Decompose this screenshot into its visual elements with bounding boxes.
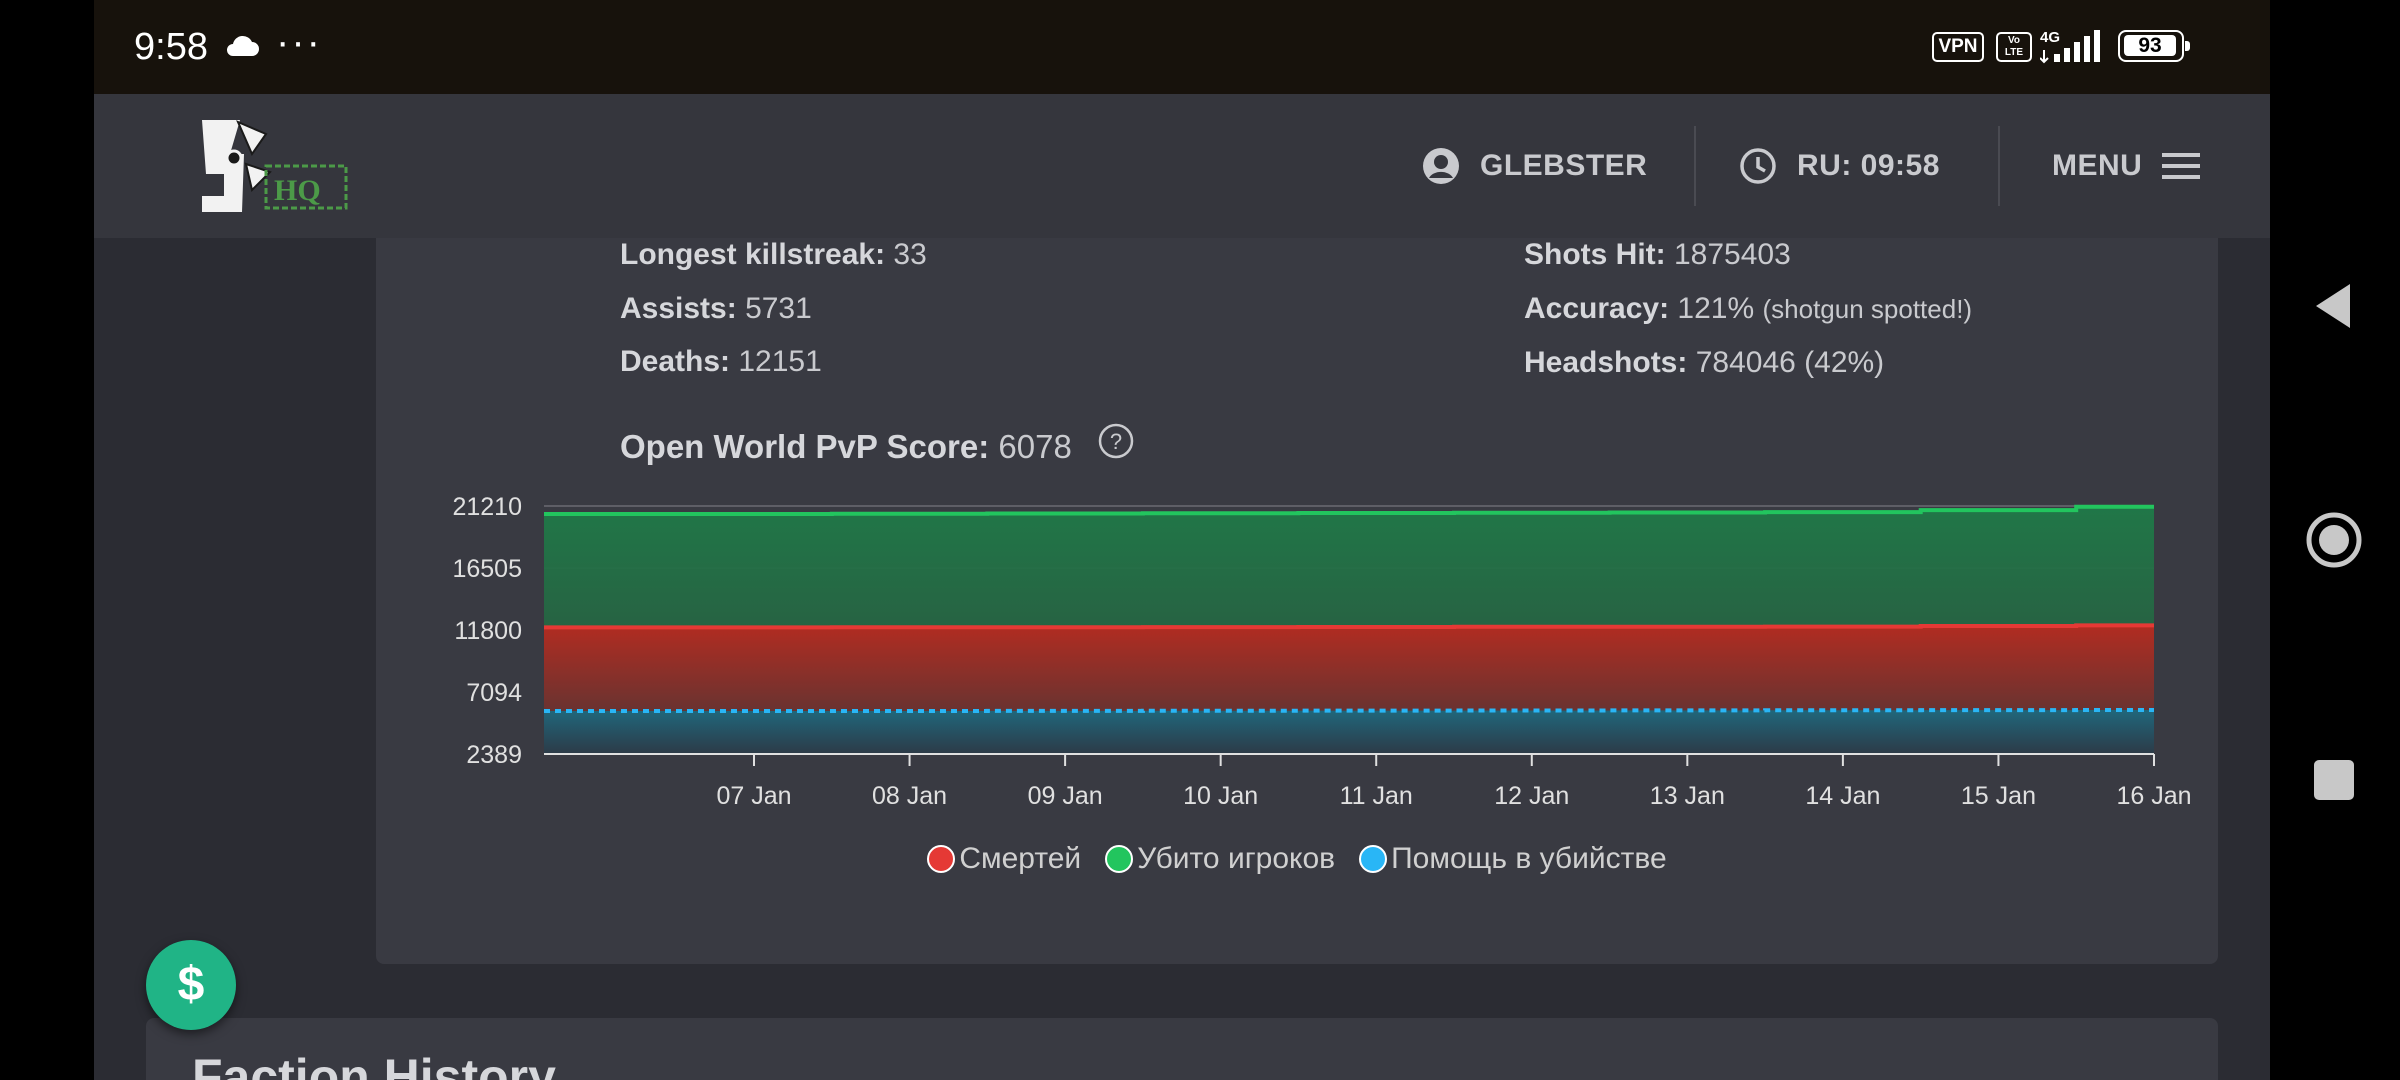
server-time-label: RU: 09:58 xyxy=(1797,149,1940,182)
stat-value: 121% xyxy=(1677,292,1755,325)
x-tick-label: 14 Jan xyxy=(1805,782,1880,810)
series-area-2 xyxy=(544,710,2154,754)
stat-label: Deaths: xyxy=(620,345,731,378)
stat-note: (shotgun spotted!) xyxy=(1762,294,1973,324)
volte-icon: Vo LTE xyxy=(1996,32,2032,62)
stat-label: Headshots: xyxy=(1524,346,1688,379)
recents-icon[interactable] xyxy=(2306,752,2362,808)
back-icon[interactable] xyxy=(2306,278,2362,334)
x-tick-label: 09 Jan xyxy=(1028,782,1103,810)
deaths-stat: Deaths: 12151 xyxy=(620,345,822,379)
legend-label: Убито игроков xyxy=(1137,842,1336,875)
legend-item[interactable]: Убито игроков xyxy=(1105,842,1335,876)
clock-icon xyxy=(1740,148,1776,184)
cloud-icon xyxy=(227,35,259,56)
system-navigation-bar xyxy=(2270,0,2400,1080)
faction-history-title: Faction History xyxy=(192,1049,556,1080)
menu-label: MENU xyxy=(2052,149,2143,182)
longest-killstreak-stat: Longest killstreak: 33 xyxy=(620,238,927,272)
help-icon[interactable]: ? xyxy=(1096,421,1136,461)
header-divider xyxy=(1998,126,2000,206)
stat-value: 784046 (42%) xyxy=(1695,346,1885,379)
y-tick-label: 2389 xyxy=(466,741,522,769)
pvp-history-chart: 21210 16505 11800 7094 2389 07 Jan 08 Jan 09 Ja… xyxy=(452,493,2191,810)
status-time: 9:58 xyxy=(134,26,208,68)
hamburger-icon xyxy=(2162,153,2201,179)
series-line-1 xyxy=(544,504,2154,516)
donate-button[interactable]: $ xyxy=(146,940,236,1030)
vpn-icon: VPN xyxy=(1932,32,1984,62)
menu-button[interactable]: MENU xyxy=(2052,94,2201,238)
battery-level: 93 xyxy=(2124,35,2176,56)
headshots-stat: Headshots: 784046 (42%) xyxy=(1524,346,1884,380)
legend-swatch xyxy=(927,845,956,873)
legend-swatch xyxy=(1359,845,1388,873)
faction-history-card: Faction History xyxy=(146,1018,2218,1080)
assists-stat: Assists: 5731 xyxy=(620,292,812,326)
pvp-score-label: Open World PvP Score: xyxy=(620,428,990,465)
legend-swatch xyxy=(1105,845,1134,873)
logo-text: HQ xyxy=(274,174,321,207)
header-divider xyxy=(1694,126,1696,206)
pvp-stats-card: Longest killstreak: 33 Assists: 5731 Dea… xyxy=(376,238,2218,964)
x-tick-label: 16 Jan xyxy=(2116,782,2191,810)
y-tick-label: 16505 xyxy=(452,555,522,583)
battery-icon: 93 xyxy=(2118,30,2190,62)
stat-label: Accuracy: xyxy=(1524,292,1670,325)
more-notifications-icon: ··· xyxy=(276,20,322,64)
chart-legend: Смертей Убито игроков Помощь в убийстве xyxy=(376,842,2218,876)
accuracy-stat: Accuracy: 121% (shotgun spotted!) xyxy=(1524,292,1972,326)
signal-4g-icon: 4G xyxy=(2040,29,2100,64)
status-bar: 9:58 ··· VPN Vo LTE 4G 93 xyxy=(94,0,2270,94)
user-profile-link[interactable]: GLEBSTER xyxy=(1422,94,1647,238)
x-tick-label: 15 Jan xyxy=(1961,782,2036,810)
username: GLEBSTER xyxy=(1480,149,1648,182)
stat-value: 1875403 xyxy=(1674,238,1791,271)
y-tick-label: 21210 xyxy=(452,493,522,521)
x-tick-label: 08 Jan xyxy=(872,782,947,810)
network-type-label: 4G xyxy=(2040,29,2060,46)
legend-item[interactable]: Смертей xyxy=(927,842,1081,876)
stat-value: 12151 xyxy=(738,345,822,378)
x-tick-label: 10 Jan xyxy=(1183,782,1258,810)
server-time: RU: 09:58 xyxy=(1739,94,1940,238)
x-tick-label: 12 Jan xyxy=(1494,782,1569,810)
x-tick-label: 11 Jan xyxy=(1340,782,1413,810)
app-screen: 9:58 ··· VPN Vo LTE 4G 93 HQ GLEBSTER RU… xyxy=(94,0,2270,1080)
pvp-score-value: 6078 xyxy=(998,428,1072,465)
legend-label: Смертей xyxy=(959,842,1082,875)
user-icon xyxy=(1423,148,1459,184)
shots-hit-stat: Shots Hit: 1875403 xyxy=(1524,238,1791,272)
stat-label: Assists: xyxy=(620,292,737,325)
x-tick-label: 13 Jan xyxy=(1650,782,1725,810)
stat-label: Shots Hit: xyxy=(1524,238,1666,271)
y-tick-label: 7094 xyxy=(466,679,522,707)
series-line-0 xyxy=(544,623,2154,630)
legend-label: Помощь в убийстве xyxy=(1391,842,1667,875)
legend-item[interactable]: Помощь в убийстве xyxy=(1359,842,1667,876)
stat-value: 33 xyxy=(893,238,927,271)
stat-label: Longest killstreak: xyxy=(620,238,886,271)
pvp-score: Open World PvP Score: 6078 xyxy=(620,428,1072,466)
x-tick-label: 07 Jan xyxy=(716,782,791,810)
y-tick-label: 11800 xyxy=(454,617,522,645)
home-icon[interactable] xyxy=(2306,512,2362,568)
site-logo[interactable]: HQ xyxy=(194,114,354,218)
site-header: HQ GLEBSTER RU: 09:58 MENU xyxy=(94,94,2270,238)
svg-text:?: ? xyxy=(1110,429,1122,454)
stat-value: 5731 xyxy=(745,292,812,325)
